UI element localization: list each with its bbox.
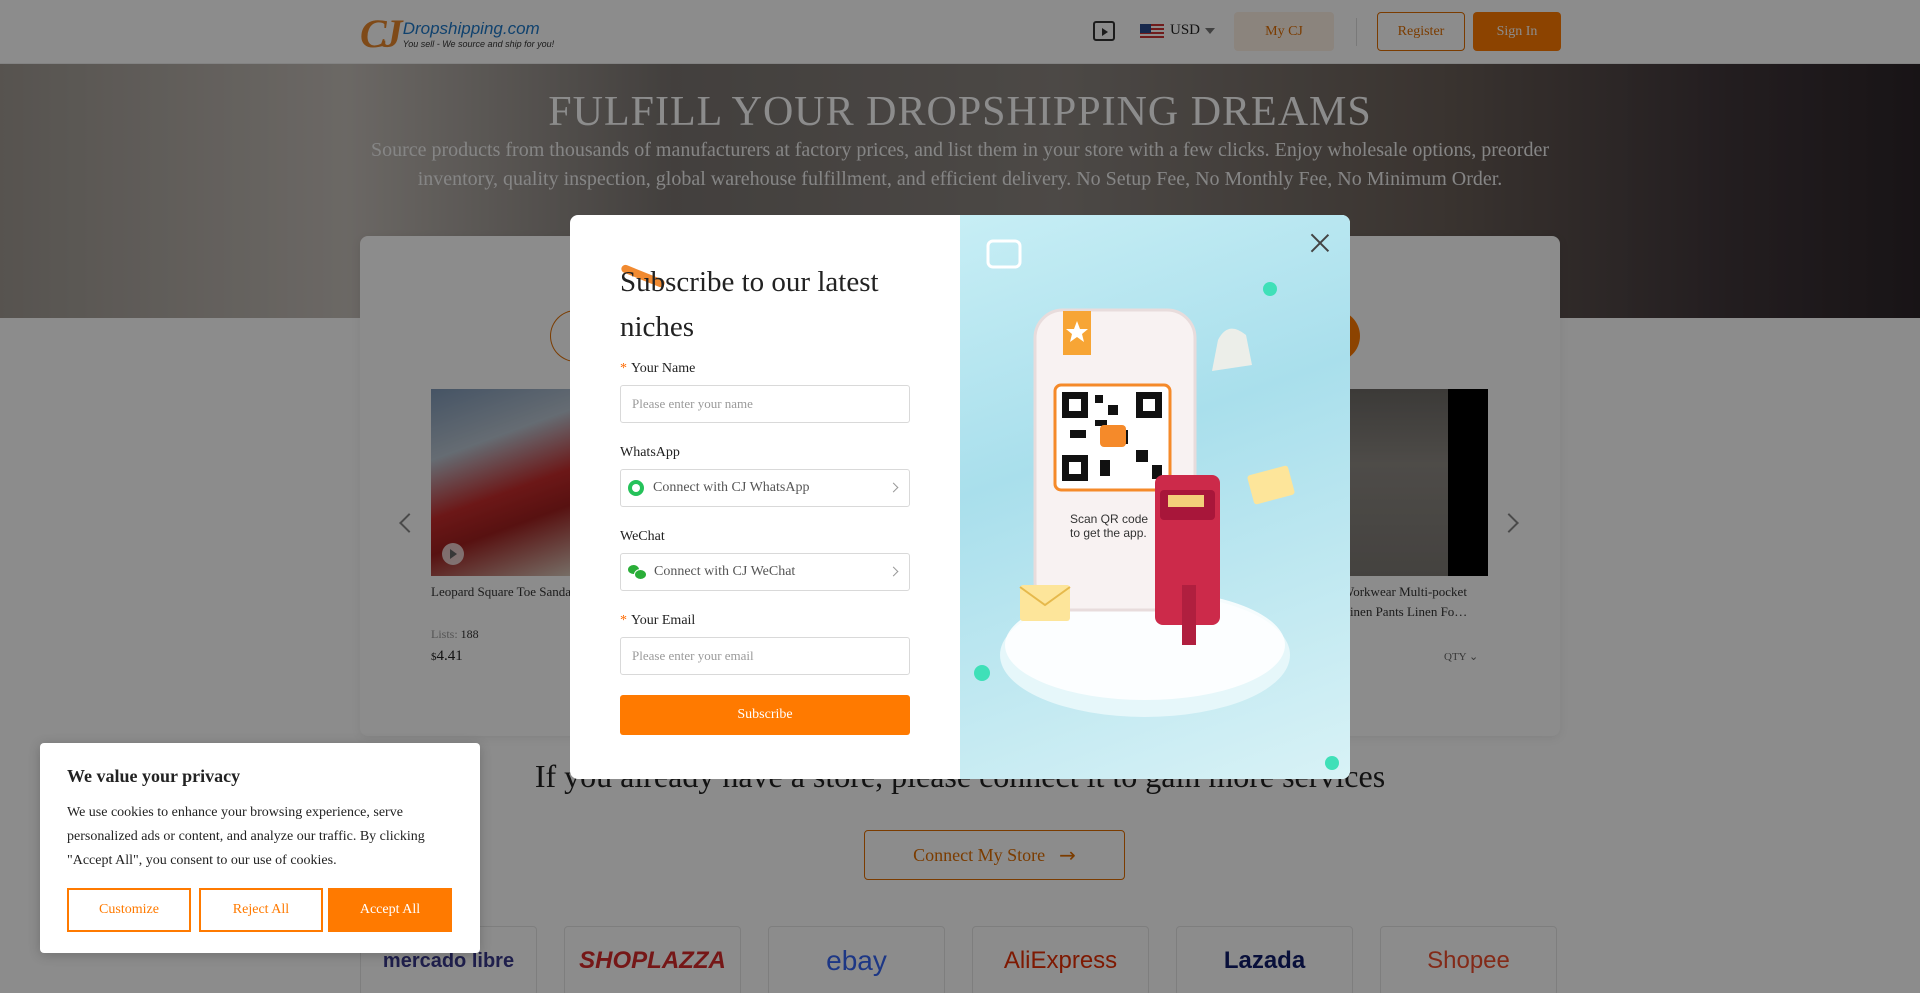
subscribe-button[interactable]: Subscribe <box>620 695 910 735</box>
whatsapp-icon <box>628 480 644 496</box>
subscribe-modal: Subscribe to our latest niches * Your Nam… <box>570 215 1350 779</box>
cookie-text: We use cookies to enhance your browsing … <box>67 805 425 868</box>
whatsapp-label: WhatsApp <box>620 445 680 460</box>
chevron-right-icon <box>888 482 899 493</box>
wechat-label: WeChat <box>620 529 665 544</box>
cookie-consent-banner: We value your privacy We use cookies to … <box>40 743 480 953</box>
qr-caption-line2: to get the app. <box>1070 526 1147 540</box>
accept-all-button[interactable]: Accept All <box>328 888 452 932</box>
email-input[interactable] <box>620 637 910 675</box>
qr-caption: Scan QR code to get the app. <box>1070 512 1148 540</box>
whatsapp-connect-field[interactable]: Connect with CJ WhatsApp <box>620 469 910 507</box>
close-icon[interactable] <box>1310 233 1330 253</box>
name-input[interactable] <box>620 385 910 423</box>
name-label: * Your Name <box>620 361 695 377</box>
modal-title: Subscribe to our latest niches <box>620 266 879 343</box>
subscribe-form: Subscribe to our latest niches * Your Nam… <box>570 215 960 779</box>
name-label-text: Your Name <box>631 361 696 376</box>
app-illustration <box>974 239 1339 770</box>
email-label-text: Your Email <box>631 613 696 628</box>
cookie-title: We value your privacy <box>67 766 241 786</box>
customize-button[interactable]: Customize <box>67 888 191 932</box>
whatsapp-connect-text: Connect with CJ WhatsApp <box>653 480 810 495</box>
email-label: * Your Email <box>620 613 695 629</box>
app-promo-illustration: Scan QR code to get the app. <box>960 215 1350 779</box>
qr-caption-line1: Scan QR code <box>1070 512 1149 526</box>
wechat-icon <box>628 565 647 580</box>
reject-all-button[interactable]: Reject All <box>199 888 323 932</box>
required-mark: * <box>620 613 627 628</box>
required-mark: * <box>620 361 627 376</box>
wechat-connect-field[interactable]: Connect with CJ WeChat <box>620 553 910 591</box>
page: CJ Dropshipping.com You sell - We source… <box>0 0 1920 993</box>
wechat-connect-text: Connect with CJ WeChat <box>654 564 796 579</box>
chevron-right-icon <box>888 566 899 577</box>
